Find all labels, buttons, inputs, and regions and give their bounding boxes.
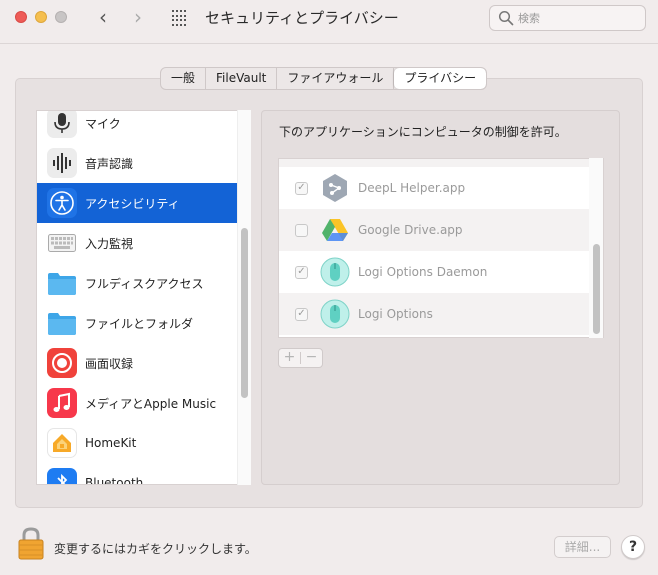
category-homekit[interactable]: HomeKit xyxy=(37,423,237,463)
google-drive-icon xyxy=(320,215,350,245)
app-name: DeepL Helper.app xyxy=(358,181,466,195)
app-row-partial xyxy=(279,159,591,167)
app-checkbox[interactable]: ✓ xyxy=(295,181,308,195)
category-label: Bluetooth xyxy=(85,476,144,485)
app-row-logi-options[interactable]: ✓ Logi Options xyxy=(279,293,591,335)
homekit-icon xyxy=(47,428,77,458)
remove-app-button[interactable]: − xyxy=(301,349,322,367)
app-list-scrollbar-thumb[interactable] xyxy=(593,244,600,334)
details-button[interactable]: 詳細... xyxy=(554,536,611,558)
logi-mouse-icon xyxy=(320,257,350,287)
category-label: HomeKit xyxy=(85,436,137,450)
help-button[interactable]: ? xyxy=(621,535,645,559)
close-button[interactable] xyxy=(15,11,27,23)
app-row-google-drive[interactable]: Google Drive.app xyxy=(279,209,591,251)
category-label: ファイルとフォルダ xyxy=(85,316,194,331)
privacy-category-list[interactable]: マイク 音声認識 アクセシビリティ 入力監視 フルディスクアクセス ファイルとフ… xyxy=(36,110,251,485)
music-icon xyxy=(47,388,77,418)
category-accessibility[interactable]: アクセシビリティ xyxy=(37,183,237,223)
category-label: 画面収録 xyxy=(85,356,134,371)
accessibility-icon xyxy=(47,188,77,218)
keyboard-icon xyxy=(47,228,77,258)
app-checkbox[interactable]: ✓ xyxy=(295,307,308,321)
app-name: Logi Options xyxy=(358,307,433,321)
app-icon xyxy=(320,159,350,161)
category-input-monitoring[interactable]: 入力監視 xyxy=(37,223,237,263)
panel-heading: 下のアプリケーションにコンピュータの制御を許可。 xyxy=(279,125,567,139)
tab-firewall[interactable]: ファイアウォール xyxy=(277,68,395,89)
tab-filevault[interactable]: FileVault xyxy=(206,68,278,89)
category-label: 入力監視 xyxy=(85,236,134,251)
category-label: マイク xyxy=(85,116,121,131)
tab-general[interactable]: 一般 xyxy=(161,68,207,89)
lock-hint-text: 変更するにはカギをクリックします。 xyxy=(54,542,257,556)
category-bluetooth[interactable]: Bluetooth xyxy=(37,463,237,485)
app-row-deepl-helper[interactable]: ✓ DeepL Helper.app xyxy=(279,167,591,209)
folder-icon xyxy=(47,308,77,338)
tab-bar: 一般 FileVault ファイアウォール プライバシー xyxy=(160,67,488,90)
tab-privacy[interactable]: プライバシー xyxy=(394,68,487,89)
app-name: Logi Options Daemon xyxy=(358,265,488,279)
app-checkbox[interactable]: ✓ xyxy=(295,265,308,279)
window-title: セキュリティとプライバシー xyxy=(205,9,399,27)
add-remove-control: + − xyxy=(278,348,323,368)
show-all-grid-icon[interactable] xyxy=(172,10,188,26)
bluetooth-icon xyxy=(47,468,77,484)
search-input[interactable] xyxy=(518,9,638,27)
logi-mouse-icon xyxy=(320,299,350,329)
category-media-apple-music[interactable]: メディアとApple Music xyxy=(37,383,237,423)
category-microphone[interactable]: マイク xyxy=(37,111,237,143)
back-button[interactable]: ‹ xyxy=(93,6,113,28)
category-scrollbar-thumb[interactable] xyxy=(241,228,248,398)
title-bar: ‹ › セキュリティとプライバシー xyxy=(0,0,658,44)
waveform-icon xyxy=(47,148,77,178)
forward-button[interactable]: › xyxy=(128,6,148,28)
category-files-and-folders[interactable]: ファイルとフォルダ xyxy=(37,303,237,343)
search-icon xyxy=(498,10,514,26)
zoom-button[interactable] xyxy=(55,11,67,23)
screen-record-icon xyxy=(47,348,77,378)
category-label: フルディスクアクセス xyxy=(85,276,204,291)
lock-icon[interactable] xyxy=(16,526,46,560)
app-checkbox[interactable] xyxy=(295,223,308,237)
category-label: 音声認識 xyxy=(85,156,134,171)
category-speech-recognition[interactable]: 音声認識 xyxy=(37,143,237,183)
app-name: Google Drive.app xyxy=(358,223,463,237)
category-full-disk-access[interactable]: フルディスクアクセス xyxy=(37,263,237,303)
minimize-button[interactable] xyxy=(35,11,47,23)
category-label: メディアとApple Music xyxy=(85,396,217,411)
app-list[interactable]: ✓ DeepL Helper.app Google Drive.app ✓ Lo… xyxy=(278,158,604,338)
microphone-icon xyxy=(47,111,77,138)
folder-icon xyxy=(47,268,77,298)
search-field[interactable] xyxy=(489,5,646,31)
category-label: アクセシビリティ xyxy=(85,196,180,211)
app-row-logi-options-daemon[interactable]: ✓ Logi Options Daemon xyxy=(279,251,591,293)
deepl-icon xyxy=(320,173,350,203)
add-app-button[interactable]: + xyxy=(279,349,300,367)
category-screen-recording[interactable]: 画面収録 xyxy=(37,343,237,383)
